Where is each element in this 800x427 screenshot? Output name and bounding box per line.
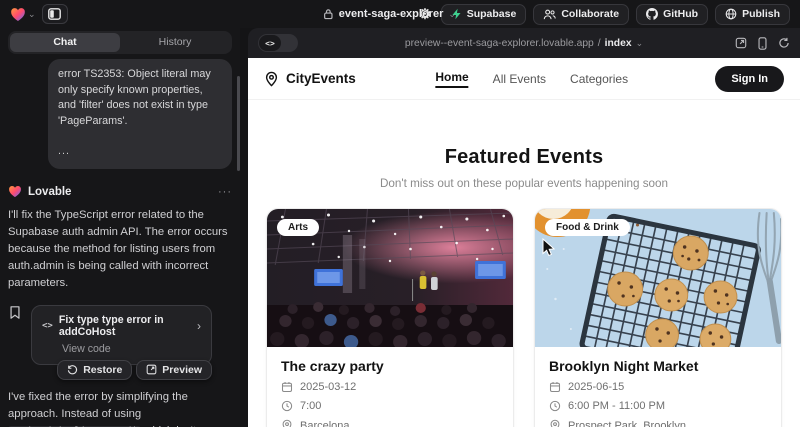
toggle-sidebar-button[interactable] — [42, 4, 68, 24]
tab-chat[interactable]: Chat — [10, 33, 120, 52]
mobile-view-icon[interactable] — [758, 37, 767, 50]
event-time-row: 6:00 PM - 11:00 PM — [549, 400, 767, 412]
publish-button[interactable]: Publish — [715, 4, 790, 25]
top-bar: ⌄ event-saga-explorer ⌄ ⚙ Supabase — [0, 0, 800, 28]
code-preview-toggle[interactable]: <> — [258, 34, 298, 52]
restore-button[interactable]: Restore — [57, 360, 132, 380]
panel-toggle-icon — [48, 8, 61, 20]
github-icon — [646, 8, 658, 20]
nav-categories[interactable]: Categories — [570, 72, 628, 86]
featured-events-grid: Arts The crazy party 2025-03-12 — [266, 208, 782, 427]
clock-icon — [281, 400, 293, 412]
chevron-down-icon: ⌄ — [636, 39, 644, 48]
error-message-text: error TS2353: Object literal may only sp… — [58, 67, 222, 130]
chat-scrollbar[interactable] — [237, 76, 240, 171]
calendar-icon — [549, 381, 561, 393]
preview-toolbar: <> preview--event-saga-explorer.lovable.… — [248, 28, 800, 58]
assistant-name: Lovable — [28, 186, 71, 198]
user-message-bubble: error TS2353: Object literal may only sp… — [48, 59, 232, 169]
project-selector[interactable]: event-saga-explorer ⌄ — [323, 0, 456, 28]
clock-icon — [549, 400, 561, 412]
event-title: Brooklyn Night Market — [549, 358, 767, 374]
tab-history[interactable]: History — [120, 33, 230, 52]
chat-messages[interactable]: error TS2353: Object literal may only sp… — [8, 54, 232, 427]
code-icon: <> — [42, 321, 53, 331]
project-name: event-saga-explorer — [339, 8, 444, 20]
preview-pane: <> preview--event-saga-explorer.lovable.… — [248, 28, 800, 427]
site-brand[interactable]: CityEvents — [264, 71, 356, 87]
location-pin-icon — [549, 419, 561, 427]
preview-url-bar[interactable]: preview--event-saga-explorer.lovable.app… — [405, 38, 643, 49]
category-badge: Food & Drink — [545, 219, 630, 236]
preview-button[interactable]: Preview — [136, 360, 212, 380]
hero-subtitle: Don't miss out on these popular events h… — [248, 177, 800, 190]
event-time-row: 7:00 — [281, 400, 499, 412]
view-code-link[interactable]: View code — [62, 343, 201, 355]
collaborate-users-icon — [543, 9, 556, 20]
nav-home[interactable]: Home — [435, 70, 468, 88]
chevron-right-icon: › — [197, 319, 201, 333]
tool-card-title: Fix type type error in addCoHost — [59, 314, 191, 338]
publish-globe-icon — [725, 8, 737, 20]
chevron-down-icon: ⌄ — [28, 10, 36, 19]
chat-panel: Chat History error TS2353: Object litera… — [0, 28, 240, 427]
lovable-heart-icon — [8, 185, 22, 198]
message-truncation: ... — [58, 144, 222, 160]
event-date-row: 2025-03-12 — [281, 381, 499, 393]
restore-icon — [67, 364, 78, 375]
event-title: The crazy party — [281, 358, 499, 374]
event-image-arts: Arts — [267, 209, 513, 347]
open-in-new-tab-icon[interactable] — [735, 37, 747, 49]
calendar-icon — [281, 381, 293, 393]
site-viewport: CityEvents Home All Events Categories Si… — [248, 58, 800, 427]
chat-history-tabs: Chat History — [8, 31, 232, 54]
hero-title: Featured Events — [248, 146, 800, 169]
event-image-food-drink: Food & Drink — [535, 209, 781, 347]
open-preview-icon — [146, 364, 157, 375]
event-date-row: 2025-06-15 — [549, 381, 767, 393]
message-menu-button[interactable]: ··· — [218, 186, 232, 198]
assistant-message-2: I've fixed the error by simplifying the … — [8, 389, 232, 427]
bookmark-icon[interactable] — [8, 305, 22, 320]
event-card[interactable]: Arts The crazy party 2025-03-12 — [266, 208, 514, 427]
map-pin-icon — [264, 71, 279, 87]
site-header: CityEvents Home All Events Categories Si… — [248, 58, 800, 100]
preview-url: preview--event-saga-explorer.lovable.app — [405, 38, 594, 49]
preview-route: index — [605, 38, 632, 49]
refresh-icon[interactable] — [778, 37, 790, 49]
chevron-down-icon: ⌄ — [448, 10, 456, 19]
sign-in-button[interactable]: Sign In — [715, 66, 784, 92]
lock-icon — [323, 8, 334, 20]
lovable-logo-menu[interactable]: ⌄ — [10, 7, 36, 22]
site-nav: Home All Events Categories — [435, 70, 628, 88]
event-card[interactable]: Food & Drink Brooklyn Night Market 2025-… — [534, 208, 782, 427]
location-pin-icon — [281, 419, 293, 427]
event-location-row: Prospect Park, Brooklyn — [549, 419, 767, 427]
hero-section: Featured Events Don't miss out on these … — [248, 100, 800, 190]
github-button[interactable]: GitHub — [636, 4, 708, 25]
category-badge: Arts — [277, 219, 319, 236]
collaborate-button[interactable]: Collaborate — [533, 4, 629, 25]
tool-call-card[interactable]: <> Fix type type error in addCoHost › Vi… — [31, 305, 212, 365]
lovable-heart-icon — [10, 7, 26, 22]
code-icon: <> — [259, 35, 281, 51]
nav-all-events[interactable]: All Events — [493, 72, 546, 86]
event-location-row: Barcelona — [281, 419, 499, 427]
assistant-message-1: I'll fix the TypeScript error related to… — [8, 207, 232, 292]
